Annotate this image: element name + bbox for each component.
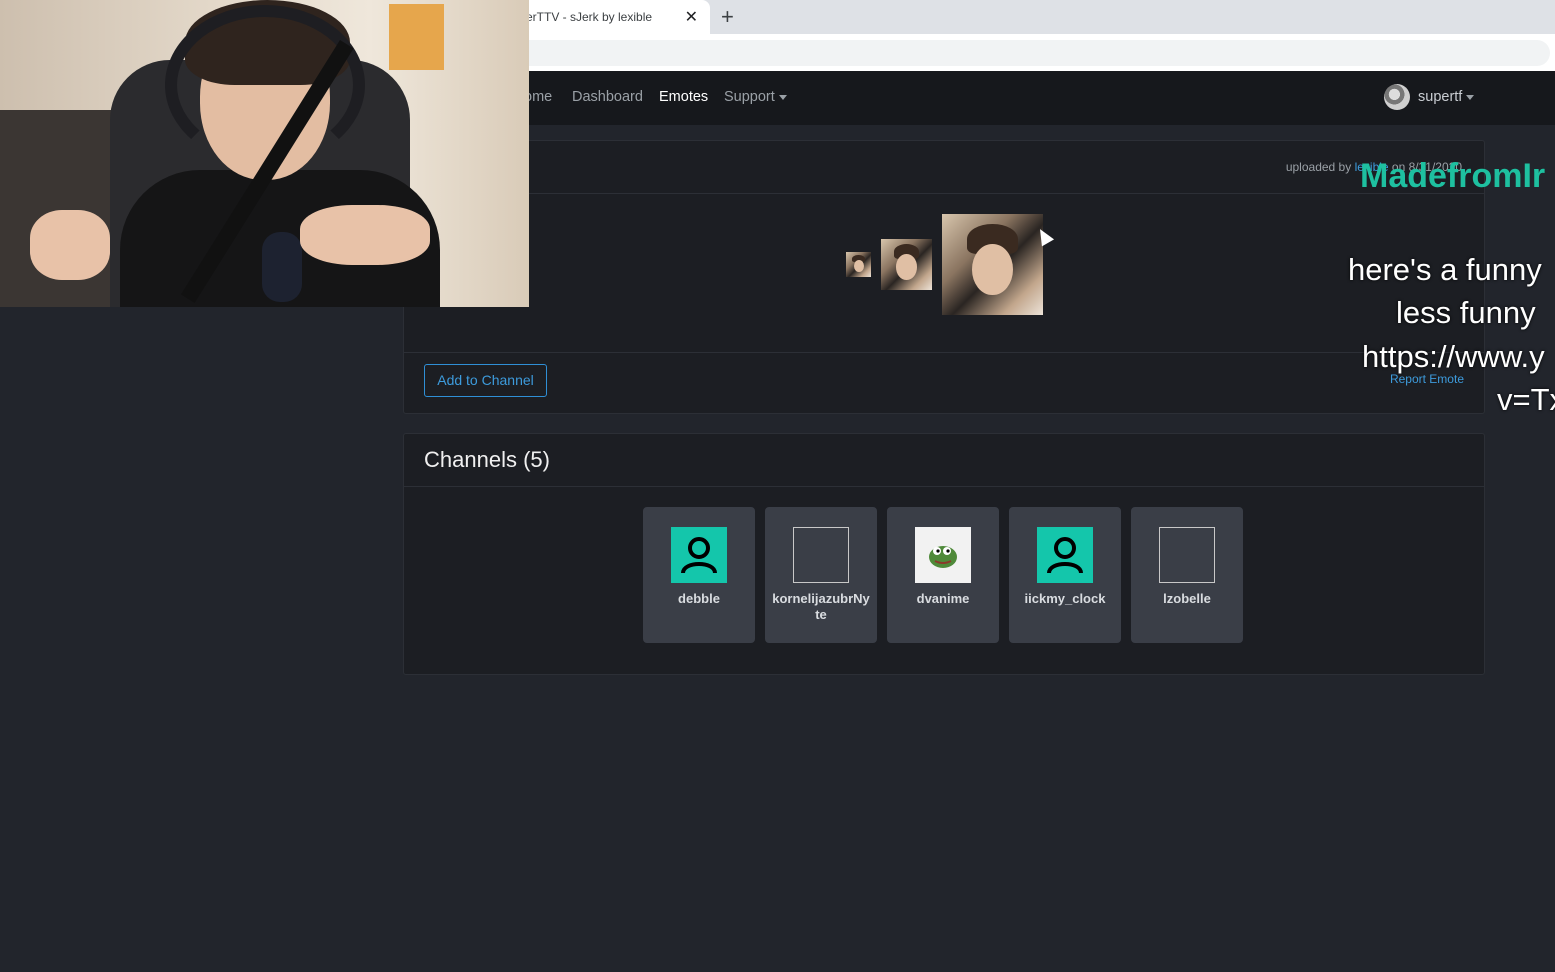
channel-tile[interactable]: dvanime [887, 507, 999, 643]
emote-previews [404, 194, 1484, 353]
close-tab-icon[interactable]: ✕ [685, 7, 698, 27]
emote-image-2x [881, 239, 932, 290]
channel-name: debble [678, 591, 720, 606]
channels-card: Channels (5) debble kornelijazubrNyte dv… [403, 433, 1485, 675]
channel-name: kornelijazubrNyte [772, 591, 870, 622]
address-bar[interactable] [490, 40, 1550, 66]
broken-image-icon [1159, 527, 1215, 583]
broken-image-icon [793, 527, 849, 583]
channels-title: Channels (5) [424, 447, 550, 472]
webcam-overlay [0, 0, 529, 307]
channels-header: Channels (5) [404, 434, 1484, 487]
nav-support-label: Support [724, 89, 775, 105]
username: supertf [1418, 89, 1475, 105]
new-tab-icon[interactable]: + [721, 4, 734, 30]
streamer-hand-left [30, 210, 110, 280]
channel-tile[interactable]: kornelijazubrNyte [765, 507, 877, 643]
emote-image-1x [846, 252, 871, 277]
tab-title: erTTV - sJerk by lexible [526, 10, 653, 24]
overlay-line: less funny [1396, 295, 1536, 330]
overlay-line: v=Tx [1497, 382, 1555, 417]
user-icon [1037, 527, 1093, 583]
nav-support[interactable]: Support [724, 89, 787, 105]
overlay-line: https://www.y [1362, 339, 1545, 374]
channel-name: lzobelle [1163, 591, 1211, 606]
username-label: supertf [1418, 89, 1463, 105]
channel-tile[interactable]: iickmy_clock [1009, 507, 1121, 643]
emote-card-header: uploaded by lexible on 8/31/2020 [404, 141, 1484, 194]
headset [165, 5, 365, 165]
pepe-frog-icon [915, 527, 971, 583]
microphone [262, 232, 302, 302]
overlay-line: here's a funny [1348, 252, 1542, 287]
nav-emotes[interactable]: Emotes [659, 89, 708, 105]
emote-image-4x [942, 214, 1043, 315]
add-to-channel-button[interactable]: Add to Channel [424, 364, 547, 397]
user-icon [671, 527, 727, 583]
overlay-brand: MadefromIr [1360, 157, 1546, 195]
streamer-hand-right [300, 205, 430, 265]
wall-painting [389, 4, 444, 70]
avatar [1384, 84, 1410, 110]
chevron-down-icon [778, 94, 787, 100]
channel-tile[interactable]: lzobelle [1131, 507, 1243, 643]
chevron-down-icon [1466, 94, 1475, 100]
channel-name: iickmy_clock [1024, 591, 1106, 606]
channel-name: dvanime [916, 591, 970, 606]
nav-dashboard[interactable]: Dashboard [572, 89, 643, 105]
uploaded-prefix: uploaded by [1285, 160, 1355, 174]
emote-card: uploaded by lexible on 8/31/2020 Add to … [403, 140, 1485, 414]
channel-tile[interactable]: debble [643, 507, 755, 643]
